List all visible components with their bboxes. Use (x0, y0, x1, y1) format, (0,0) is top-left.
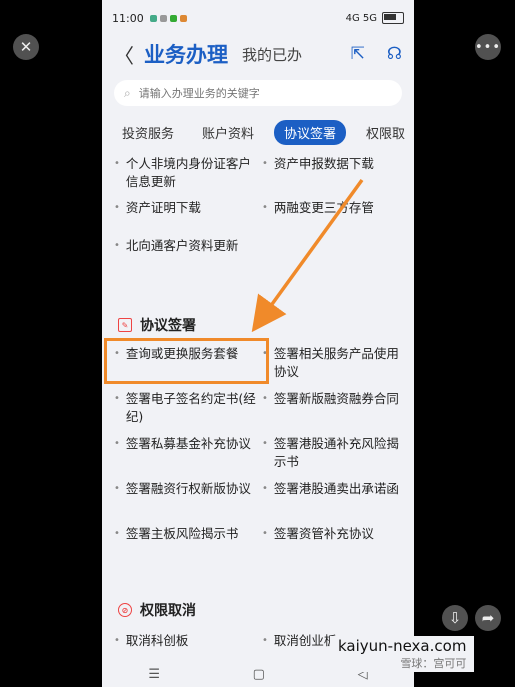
edit-icon: ✎ (118, 318, 132, 332)
tab-bar: 投资服务 账户资料 协议签署 权限取 (102, 120, 414, 145)
tab-account-info[interactable]: 账户资料 (202, 123, 254, 142)
home-icon[interactable]: ▢ (253, 667, 265, 682)
list-item[interactable]: • 资产申报数据下载 (262, 151, 406, 195)
share-button[interactable]: ➦ (475, 605, 501, 631)
tab-agreement-signing[interactable]: 协议签署 (274, 120, 347, 145)
account-items-list: • 个人非境内身份证客户信息更新 • 资产申报数据下载 • 资产证明下载 • 两融变更三… (102, 151, 414, 271)
close-button[interactable]: ✕ (13, 34, 39, 60)
tab-permission-cancel[interactable]: 权限取 (366, 123, 405, 142)
status-bar: 11:00 4G 5G (102, 0, 414, 36)
section-title: 协议签署 (140, 318, 196, 334)
status-time: 11:00 (112, 11, 144, 25)
list-item[interactable]: • 签署主板风险揭示书 (114, 521, 258, 566)
share-icon[interactable]: ⇱ (351, 44, 365, 64)
list-item[interactable]: • 签署港股通卖出承诺函 (262, 476, 406, 521)
list-item[interactable]: • 个人非境内身份证客户信息更新 (114, 151, 258, 195)
search-bar[interactable]: ⌕ (114, 80, 402, 106)
list-item[interactable]: • 签署相关服务产品使用协议 (262, 341, 406, 386)
section-title: 权限取消 (140, 603, 196, 619)
list-item[interactable]: • 资产证明下载 (114, 195, 258, 233)
list-item[interactable]: • 北向通客户资料更新 (114, 233, 258, 271)
list-item[interactable]: • 取消科创板 (114, 628, 258, 654)
search-icon: ⌕ (124, 85, 131, 100)
permission-section-header: ⊘ 权限取消 (102, 600, 414, 620)
headset-icon[interactable]: ☊ (387, 44, 402, 64)
more-options-button[interactable]: ••• (475, 34, 501, 60)
battery-icon (382, 12, 404, 24)
list-item[interactable]: • 签署私募基金补充协议 (114, 431, 258, 476)
list-item[interactable]: • 签署融资行权新版协议 (114, 476, 258, 521)
list-item[interactable]: • 签署港股通补充风险揭示书 (262, 431, 406, 476)
network-indicator: 4G 5G (345, 12, 377, 24)
menu-icon[interactable]: ☰ (148, 667, 160, 682)
page-title: 业务办理 (144, 43, 228, 67)
tab-investment-service[interactable]: 投资服务 (122, 123, 174, 142)
agreement-items-list: • 查询或更换服务套餐 • 签署相关服务产品使用协议 • 签署电子签名约定书(经纪) … (102, 341, 414, 566)
list-item[interactable]: • 签署资管补充协议 (262, 521, 406, 566)
list-item[interactable]: • 两融变更三方存管 (262, 195, 406, 233)
back-icon[interactable]: 〈 (114, 40, 138, 69)
watermark: kaiyun-nexa.com 雪球：宫可可 (330, 636, 475, 672)
list-item[interactable]: • 查询或更换服务套餐 (114, 341, 258, 386)
watermark-source: 雪球：宫可可 (400, 657, 467, 670)
phone-screen: 11:00 4G 5G 〈 业务办理 我的已办 ⇱ ☊ ⌕ 投资服务 账户资料 … (102, 0, 414, 687)
my-done-link[interactable]: 我的已办 (242, 44, 302, 65)
title-bar: 〈 业务办理 我的已办 ⇱ ☊ (102, 36, 414, 72)
agreement-section-header: ✎ 协议签署 (102, 315, 414, 335)
list-item[interactable]: • 签署电子签名约定书(经纪) (114, 386, 258, 431)
list-item[interactable]: • 签署新版融资融券合同 (262, 386, 406, 431)
watermark-url: kaiyun-nexa.com (338, 637, 467, 655)
notification-icons (149, 14, 187, 22)
cancel-icon: ⊘ (118, 603, 132, 617)
search-input[interactable] (136, 85, 361, 101)
save-image-button[interactable]: ⇩ (442, 605, 468, 631)
